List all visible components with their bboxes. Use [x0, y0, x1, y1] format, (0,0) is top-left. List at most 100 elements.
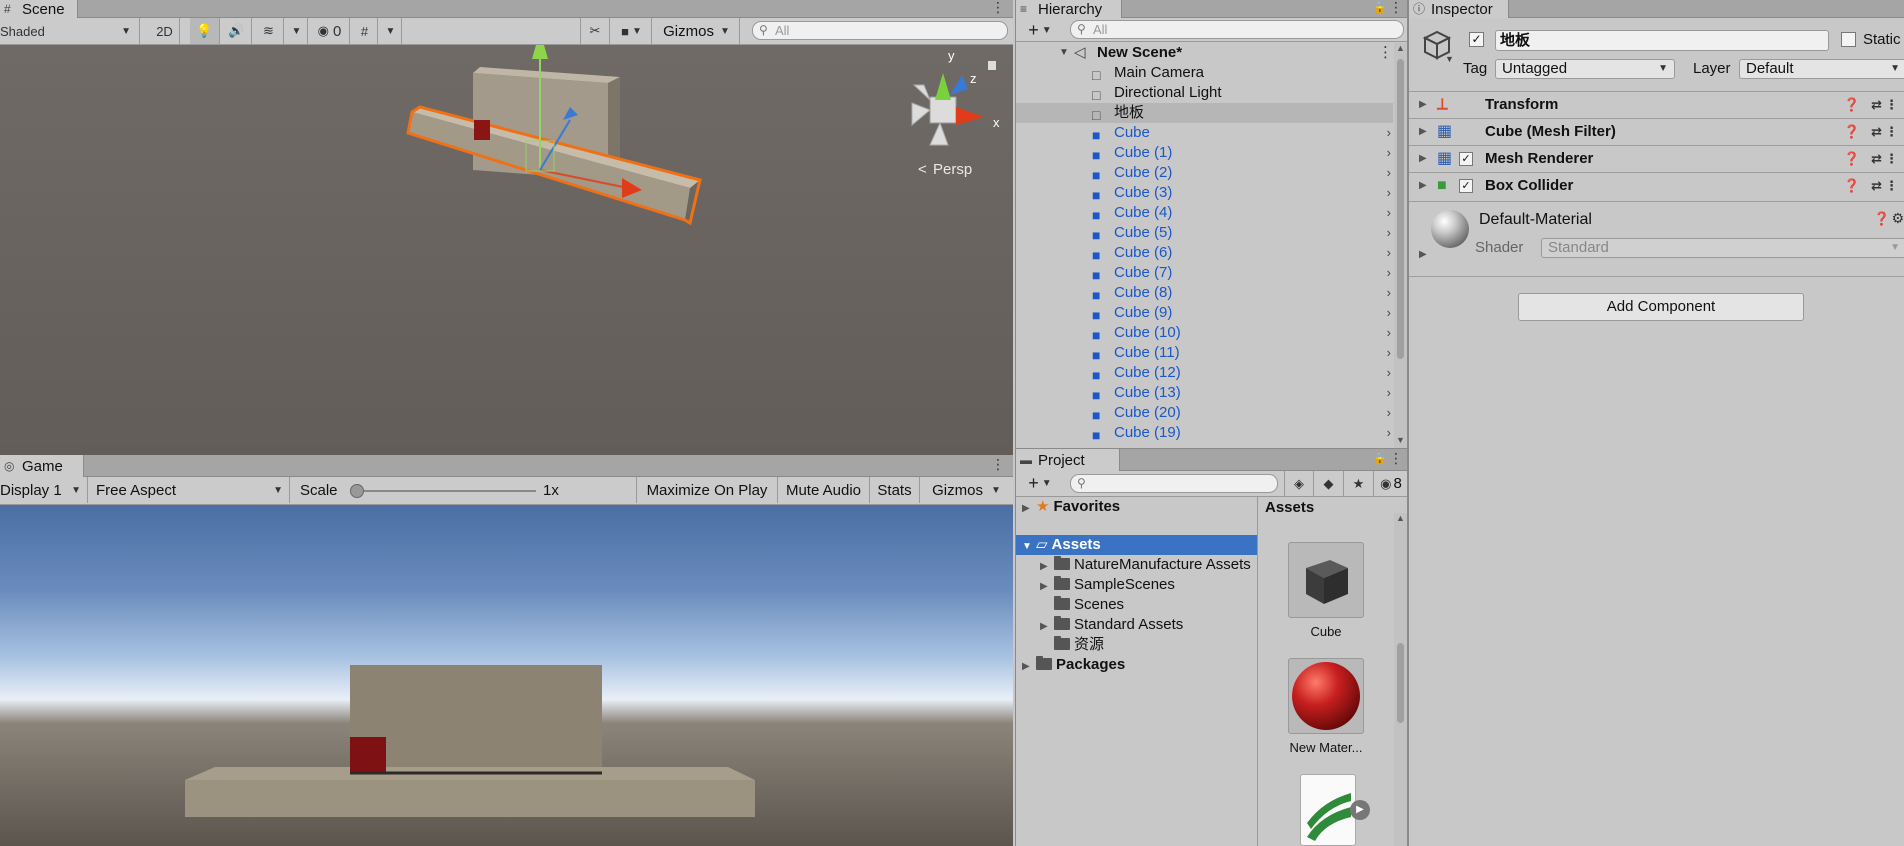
- help-icon[interactable]: ❓: [1844, 146, 1860, 172]
- chevron-right-icon[interactable]: ›: [1387, 223, 1391, 243]
- static-checkbox[interactable]: [1841, 32, 1856, 47]
- expand-arrow-icon[interactable]: ▼: [1022, 537, 1036, 557]
- expand-arrow-icon[interactable]: ▶: [1419, 92, 1427, 118]
- add-component-button[interactable]: Add Component: [1518, 293, 1804, 321]
- expand-arrow-icon[interactable]: ▶: [1040, 617, 1054, 635]
- lighting-toggle[interactable]: 💡: [190, 18, 220, 44]
- scrollbar-thumb[interactable]: [1397, 643, 1404, 723]
- expand-arrow-icon[interactable]: ▶: [1419, 146, 1427, 172]
- gizmos-dropdown[interactable]: Gizmos ▼: [654, 18, 740, 44]
- aspect-dropdown[interactable]: Free Aspect ▼: [90, 477, 290, 503]
- component-menu-icon[interactable]: ⋮: [1885, 173, 1898, 199]
- component-menu-icon[interactable]: ⋮: [1885, 146, 1898, 172]
- hierarchy-item[interactable]: ■ Cube (11) ›: [1016, 343, 1393, 363]
- stats-toggle[interactable]: Stats: [870, 477, 920, 503]
- search-by-type-button[interactable]: ◈: [1284, 471, 1314, 496]
- tab-inspector[interactable]: ⓘ Inspector: [1409, 0, 1509, 18]
- project-scrollbar[interactable]: ▲: [1394, 513, 1407, 846]
- tab-game[interactable]: ◎ Game: [0, 455, 84, 477]
- expand-arrow-icon[interactable]: ▶: [1419, 119, 1427, 145]
- help-icon[interactable]: ❓: [1844, 173, 1860, 199]
- expand-arrow-icon[interactable]: ▶: [1022, 657, 1036, 677]
- mute-audio-toggle[interactable]: Mute Audio: [778, 477, 870, 503]
- display-dropdown[interactable]: Display 1 ▼: [0, 477, 88, 503]
- component-header[interactable]: ▶ ▦ Cube (Mesh Filter) ❓ ⇄ ⋮: [1409, 118, 1904, 145]
- chevron-right-icon[interactable]: ›: [1387, 303, 1391, 323]
- create-dropdown[interactable]: + ▼: [1020, 18, 1060, 42]
- chevron-right-icon[interactable]: ›: [1387, 363, 1391, 383]
- hierarchy-item[interactable]: ■ Cube (7) ›: [1016, 263, 1393, 283]
- game-viewport[interactable]: [0, 505, 1013, 846]
- grid-dropdown[interactable]: ▼: [380, 18, 402, 44]
- camera-toggle[interactable]: ■ ▼: [612, 18, 652, 44]
- shading-mode-dropdown[interactable]: Shaded ▼: [0, 18, 140, 44]
- project-menu-icon[interactable]: ⋮: [1389, 451, 1403, 469]
- hierarchy-item[interactable]: ■ Cube (9) ›: [1016, 303, 1393, 323]
- asset-new-material[interactable]: New Mater...: [1281, 658, 1371, 755]
- gear-icon[interactable]: ⚙: [1891, 210, 1904, 227]
- game-gizmos-dropdown[interactable]: Gizmos ▼: [920, 477, 1013, 503]
- scene-root-row[interactable]: ▼ ◁ New Scene* ⋮: [1016, 43, 1393, 63]
- hierarchy-item[interactable]: ■ Cube (3) ›: [1016, 183, 1393, 203]
- maximize-on-play-toggle[interactable]: Maximize On Play: [636, 477, 778, 503]
- hierarchy-scrollbar[interactable]: ▲ ▼: [1394, 43, 1407, 448]
- lock-icon[interactable]: 🔒: [1373, 451, 1387, 469]
- asset-terrain[interactable]: ▶: [1281, 774, 1371, 846]
- hierarchy-item[interactable]: ■ Cube (5) ›: [1016, 223, 1393, 243]
- component-header[interactable]: ▶ ▦ ✓ Mesh Renderer ❓ ⇄ ⋮: [1409, 145, 1904, 172]
- help-icon[interactable]: ❓: [1844, 92, 1860, 118]
- project-folder-row[interactable]: ▶ Standard Assets: [1040, 615, 1258, 635]
- hierarchy-item[interactable]: ■ Cube ›: [1016, 123, 1393, 143]
- active-checkbox[interactable]: ✓: [1469, 32, 1484, 47]
- scene-search-input[interactable]: ⚲ All: [752, 21, 1008, 40]
- hierarchy-item[interactable]: ■ Cube (12) ›: [1016, 363, 1393, 383]
- tab-project[interactable]: ▬ Project: [1016, 449, 1120, 471]
- chevron-right-icon[interactable]: ›: [1387, 263, 1391, 283]
- expand-arrow-icon[interactable]: ▶: [1022, 499, 1036, 519]
- scroll-up-arrow-icon[interactable]: ▲: [1394, 513, 1407, 523]
- scale-slider[interactable]: [350, 484, 536, 498]
- hierarchy-item[interactable]: ■ Cube (19) ›: [1016, 423, 1393, 443]
- scroll-up-arrow-icon[interactable]: ▲: [1394, 43, 1407, 53]
- chevron-right-icon[interactable]: ›: [1387, 243, 1391, 263]
- hierarchy-item[interactable]: □ 地板: [1016, 103, 1393, 123]
- hidden-packages-toggle[interactable]: ◉ 8: [1374, 471, 1407, 496]
- chevron-down-icon[interactable]: ▼: [1445, 54, 1454, 64]
- chevron-right-icon[interactable]: ›: [1387, 383, 1391, 403]
- preset-icon[interactable]: ⇄: [1871, 92, 1882, 118]
- expand-arrow-icon[interactable]: ▶: [1040, 557, 1054, 575]
- expand-arrow-icon[interactable]: ▶: [1419, 173, 1427, 199]
- chevron-right-icon[interactable]: ›: [1387, 143, 1391, 163]
- chevron-right-icon[interactable]: ›: [1387, 123, 1391, 143]
- project-folder-row[interactable]: ▶ SampleScenes: [1040, 575, 1258, 595]
- lock-icon[interactable]: 🔒: [1373, 0, 1387, 18]
- tag-dropdown[interactable]: Untagged ▼: [1495, 59, 1675, 79]
- scroll-down-arrow-icon[interactable]: ▼: [1394, 435, 1407, 445]
- scrollbar-thumb[interactable]: [1397, 59, 1404, 359]
- hidden-objects-toggle[interactable]: ◉ 0: [310, 18, 350, 44]
- tab-scene[interactable]: # Scene: [0, 0, 78, 18]
- tools-toggle[interactable]: ✂: [580, 18, 610, 44]
- project-create-dropdown[interactable]: + ▼: [1020, 471, 1060, 496]
- hierarchy-item[interactable]: □ Directional Light: [1016, 83, 1393, 103]
- grid-toggle[interactable]: #: [352, 18, 378, 44]
- component-header[interactable]: ▶ ■ ✓ Box Collider ❓ ⇄ ⋮: [1409, 172, 1904, 199]
- object-name-field[interactable]: 地板: [1495, 30, 1829, 51]
- chevron-right-icon[interactable]: ›: [1387, 183, 1391, 203]
- component-enabled-checkbox[interactable]: ✓: [1459, 152, 1473, 166]
- chevron-right-icon[interactable]: ›: [1387, 323, 1391, 343]
- expand-arrow-icon[interactable]: ▼: [1059, 43, 1069, 63]
- project-folder-row[interactable]: 资源: [1040, 635, 1258, 655]
- shader-dropdown[interactable]: Standard ▼: [1541, 238, 1904, 258]
- layer-dropdown[interactable]: Default ▼: [1739, 59, 1904, 79]
- red-cube-object[interactable]: [474, 120, 490, 140]
- hierarchy-menu-icon[interactable]: ⋮: [1389, 0, 1403, 18]
- tab-hierarchy[interactable]: ≡ Hierarchy: [1016, 0, 1122, 18]
- projection-label[interactable]: Persp: [933, 161, 972, 178]
- expand-arrow-icon[interactable]: ▶: [1419, 249, 1427, 260]
- expand-arrow-icon[interactable]: ▶: [1040, 577, 1054, 595]
- scene-menu-icon[interactable]: ⋮: [991, 0, 1005, 18]
- chevron-right-icon[interactable]: ›: [1387, 423, 1391, 443]
- component-menu-icon[interactable]: ⋮: [1885, 92, 1898, 118]
- chevron-right-icon[interactable]: ›: [1387, 283, 1391, 303]
